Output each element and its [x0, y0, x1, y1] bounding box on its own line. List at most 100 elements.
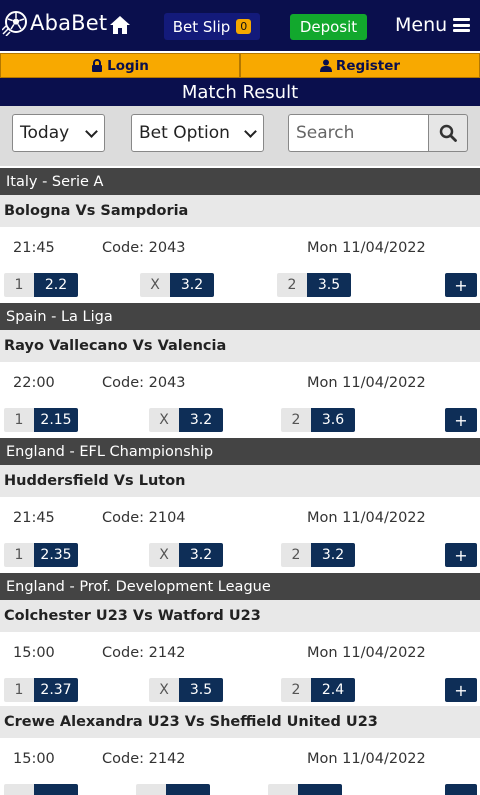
- match-title[interactable]: Bologna Vs Sampdoria: [0, 195, 480, 227]
- odd-draw-button[interactable]: X 3.2: [149, 408, 223, 432]
- odd-value: 2.15: [34, 408, 78, 432]
- betslip-button[interactable]: Bet Slip 0: [164, 13, 260, 40]
- odd-home-button[interactable]: 1 2.35: [4, 543, 78, 567]
- match-info: 15:00 Code: 2142 Mon 11/04/2022: [0, 632, 480, 674]
- more-markets-button[interactable]: [445, 784, 477, 795]
- chevron-down-icon: [244, 125, 257, 138]
- menu-button[interactable]: Menu: [395, 14, 471, 36]
- match-code: Code: 2142: [102, 751, 186, 767]
- match-time: 21:45: [13, 510, 55, 526]
- match-code: Code: 2043: [102, 240, 186, 256]
- odd-home-button[interactable]: 1 2.2: [4, 273, 78, 297]
- hamburger-icon: [453, 18, 471, 32]
- match-info: 15:00 Code: 2142 Mon 11/04/2022: [0, 738, 480, 780]
- odd-value: [166, 784, 210, 795]
- league-header: England - Prof. Development League: [0, 571, 480, 600]
- odd-value: 3.5: [179, 678, 223, 702]
- date-select-value: Today: [20, 123, 70, 143]
- search-icon: [439, 124, 457, 142]
- odd-label: [268, 784, 298, 795]
- auth-bar: Login Register: [0, 53, 480, 78]
- odds-row: [0, 780, 480, 795]
- odd-away-button[interactable]: 2 2.4: [281, 678, 355, 702]
- bet-option-value: Bet Option: [139, 123, 230, 143]
- odd-value: 2.37: [34, 678, 78, 702]
- match-code: Code: 2104: [102, 510, 186, 526]
- login-button[interactable]: Login: [0, 53, 240, 78]
- odd-home-button[interactable]: [4, 784, 78, 795]
- more-markets-button[interactable]: +: [445, 678, 477, 702]
- odd-away-button[interactable]: [268, 784, 342, 795]
- match-title[interactable]: Colchester U23 Vs Watford U23: [0, 600, 480, 632]
- filter-bar: Today Bet Option: [0, 106, 480, 166]
- bet-option-select[interactable]: Bet Option: [131, 114, 264, 152]
- odd-away-button[interactable]: 2 3.6: [281, 408, 355, 432]
- betslip-label: Bet Slip: [172, 17, 231, 36]
- home-icon[interactable]: [109, 15, 131, 35]
- user-icon: [319, 59, 332, 72]
- league-header: Italy - Serie A: [0, 166, 480, 195]
- odd-away-button[interactable]: 2 3.2: [281, 543, 355, 567]
- match-date: Mon 11/04/2022: [307, 751, 426, 767]
- menu-label: Menu: [395, 14, 448, 36]
- odd-label: 1: [4, 678, 34, 702]
- match-date: Mon 11/04/2022: [307, 645, 426, 661]
- odds-row: 1 2.37 X 3.5 2 2.4 +: [0, 674, 480, 706]
- brand-name: AbaBet: [30, 11, 108, 35]
- odd-label: 1: [4, 408, 34, 432]
- match-info: 22:00 Code: 2043 Mon 11/04/2022: [0, 362, 480, 404]
- odd-label: 1: [4, 273, 34, 297]
- brand-logo[interactable]: AbaBet: [2, 10, 107, 36]
- search-button[interactable]: [428, 114, 468, 152]
- match-code: Code: 2142: [102, 645, 186, 661]
- match-code: Code: 2043: [102, 375, 186, 391]
- odd-draw-button[interactable]: [136, 784, 210, 795]
- odd-value: [34, 784, 78, 795]
- odd-label: 2: [281, 678, 311, 702]
- match-time: 21:45: [13, 240, 55, 256]
- odd-value: 2.4: [311, 678, 355, 702]
- odd-label: 2: [281, 543, 311, 567]
- match-date: Mon 11/04/2022: [307, 375, 426, 391]
- odd-label: 1: [4, 543, 34, 567]
- match-info: 21:45 Code: 2043 Mon 11/04/2022: [0, 227, 480, 269]
- soccer-ball-icon: [2, 11, 27, 36]
- more-markets-button[interactable]: +: [445, 273, 477, 297]
- more-markets-button[interactable]: +: [445, 408, 477, 432]
- odd-home-button[interactable]: 1 2.15: [4, 408, 78, 432]
- top-navbar: AbaBet Bet Slip 0 Deposit Menu: [0, 0, 480, 53]
- league-header: Spain - La Liga: [0, 301, 480, 330]
- odd-label: X: [149, 543, 179, 567]
- odd-draw-button[interactable]: X 3.2: [149, 543, 223, 567]
- odd-label: X: [149, 678, 179, 702]
- match-time: 15:00: [13, 645, 55, 661]
- more-markets-button[interactable]: +: [445, 543, 477, 567]
- odd-draw-button[interactable]: X 3.5: [149, 678, 223, 702]
- odd-draw-button[interactable]: X 3.2: [140, 273, 214, 297]
- search-input[interactable]: [288, 114, 428, 152]
- odd-value: 3.2: [170, 273, 214, 297]
- odd-home-button[interactable]: 1 2.37: [4, 678, 78, 702]
- match-title[interactable]: Huddersfield Vs Luton: [0, 465, 480, 497]
- odd-value: 2.2: [34, 273, 78, 297]
- odds-row: 1 2.15 X 3.2 2 3.6 +: [0, 404, 480, 436]
- page-title: Match Result: [0, 78, 480, 106]
- odd-label: X: [140, 273, 170, 297]
- odds-row: 1 2.35 X 3.2 2 3.2 +: [0, 539, 480, 571]
- deposit-button[interactable]: Deposit: [290, 14, 367, 40]
- odd-label: 2: [281, 408, 311, 432]
- match-time: 15:00: [13, 751, 55, 767]
- events-list: Italy - Serie A Bologna Vs Sampdoria 21:…: [0, 166, 480, 795]
- match-title[interactable]: Crewe Alexandra U23 Vs Sheffield United …: [0, 706, 480, 738]
- match-title[interactable]: Rayo Vallecano Vs Valencia: [0, 330, 480, 362]
- login-label: Login: [107, 57, 149, 74]
- odd-label: [4, 784, 34, 795]
- odd-value: 3.2: [311, 543, 355, 567]
- odd-value: 3.6: [311, 408, 355, 432]
- odd-value: 3.2: [179, 408, 223, 432]
- odd-away-button[interactable]: 2 3.5: [277, 273, 351, 297]
- register-button[interactable]: Register: [240, 53, 480, 78]
- odd-value: [298, 784, 342, 795]
- match-time: 22:00: [13, 375, 55, 391]
- date-select[interactable]: Today: [12, 114, 105, 152]
